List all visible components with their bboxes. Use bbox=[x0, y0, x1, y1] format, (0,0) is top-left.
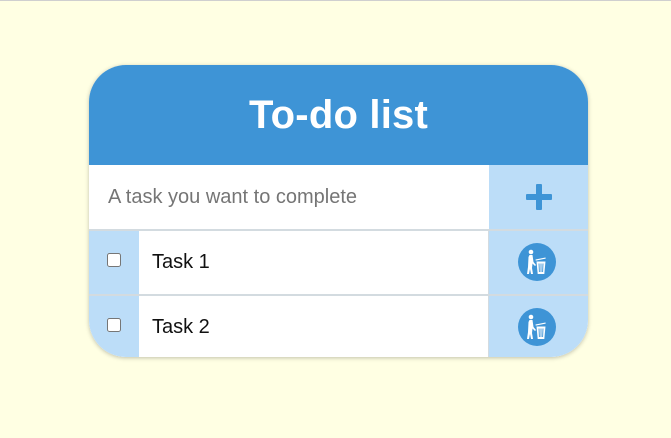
task-checkbox[interactable] bbox=[107, 253, 121, 267]
delete-task-button[interactable] bbox=[488, 296, 588, 357]
window-top-border bbox=[0, 0, 671, 1]
task-label: Task 2 bbox=[152, 316, 210, 338]
trash-icon bbox=[518, 308, 556, 346]
task-list: Task 1 Task 2 bbox=[89, 229, 588, 357]
task-check-cell bbox=[89, 231, 139, 294]
new-task-row bbox=[89, 165, 588, 229]
trash-icon bbox=[518, 243, 556, 281]
task-label: Task 1 bbox=[152, 251, 210, 273]
task-check-cell bbox=[89, 296, 139, 357]
task-row: Task 1 bbox=[89, 229, 588, 294]
add-task-button[interactable] bbox=[489, 165, 588, 229]
todo-card: To-do list Task 1 bbox=[89, 65, 588, 357]
task-row: Task 2 bbox=[89, 294, 588, 357]
page-title: To-do list bbox=[249, 92, 428, 137]
task-checkbox[interactable] bbox=[107, 318, 121, 332]
new-task-input[interactable] bbox=[89, 165, 489, 229]
todo-header: To-do list bbox=[89, 65, 588, 165]
delete-task-button[interactable] bbox=[488, 231, 588, 294]
plus-icon bbox=[525, 184, 552, 210]
